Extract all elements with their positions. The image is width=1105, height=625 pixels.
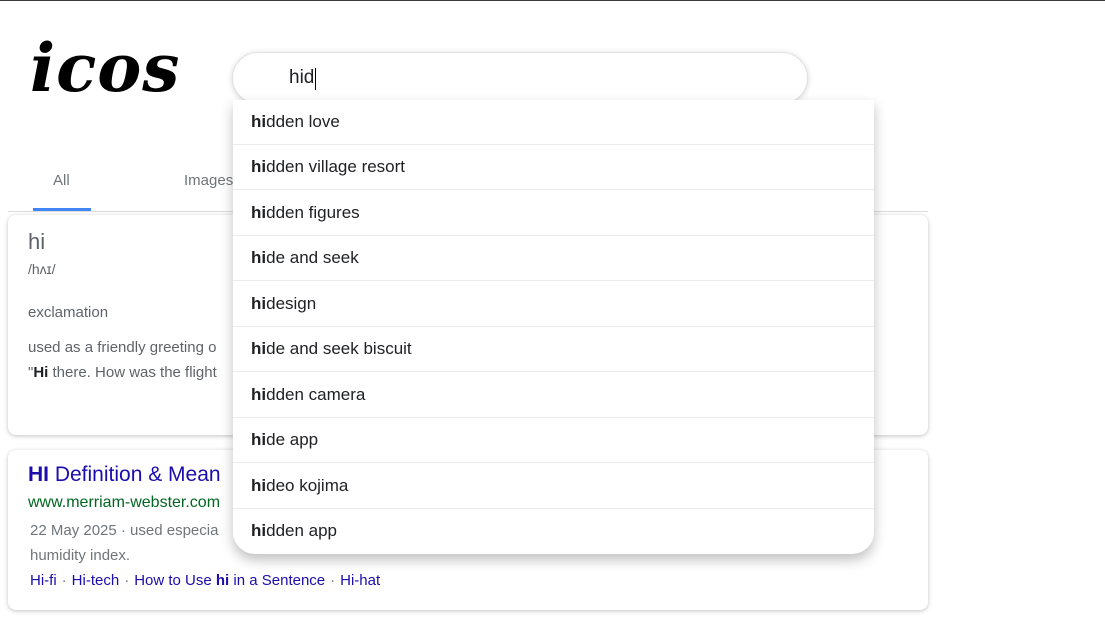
suggestion-text: hide app [251, 430, 318, 450]
suggestion-item[interactable]: hideo kojima [233, 464, 874, 509]
suggestion-text: hidesign [251, 294, 316, 314]
dictionary-word: hi [28, 229, 46, 254]
dictionary-definition: used as a friendly greeting o [28, 339, 217, 356]
suggestion-completion: design [266, 294, 317, 313]
result-title-link[interactable]: HI Definition & Mean [28, 463, 221, 487]
text-caret [315, 68, 316, 90]
suggestion-text: hide and seek biscuit [251, 339, 412, 359]
suggestion-match: hi [251, 248, 267, 267]
sitelink-hifi[interactable]: Hi-fi [30, 572, 57, 589]
search-input[interactable] [289, 65, 769, 91]
suggestion-item[interactable]: hidden app [233, 509, 874, 554]
suggestion-item[interactable]: hidesign [233, 282, 874, 327]
suggestion-match: hi [251, 157, 267, 176]
suggestion-completion: de and seek [266, 248, 359, 267]
suggestion-match: hi [251, 339, 267, 358]
tab-images[interactable]: Images [184, 172, 233, 189]
suggestion-text: hidden village resort [251, 157, 405, 177]
result-title-text: Definition & Mean [49, 463, 221, 486]
top-border [0, 0, 1105, 1]
suggestion-completion: dden app [266, 521, 338, 540]
sitelink-separator: · [61, 572, 67, 589]
suggestion-item[interactable]: hide app [233, 418, 874, 463]
suggestion-match: hi [251, 476, 267, 495]
site-logo[interactable]: icos [30, 28, 180, 108]
suggestion-text: hideo kojima [251, 476, 348, 496]
sitelink-separator: · [330, 572, 336, 589]
search-box[interactable] [232, 52, 808, 104]
autocomplete-dropdown: hidden love hidden village resort hidden… [233, 100, 874, 554]
suggestion-item[interactable]: hide and seek [233, 236, 874, 281]
suggestion-match: hi [251, 203, 267, 222]
sitelink-how-to-use[interactable]: How to Use hi in a Sentence [134, 572, 325, 589]
suggestion-item[interactable]: hidden figures [233, 191, 874, 236]
suggestion-completion: dden figures [266, 203, 360, 222]
dictionary-example: "Hi there. How was the flight [28, 364, 217, 381]
sitelink-separator: · [124, 572, 130, 589]
suggestion-completion: dden village resort [266, 157, 406, 176]
suggestion-text: hidden love [251, 112, 340, 132]
sitelink-hihat[interactable]: Hi-hat [340, 572, 380, 589]
example-text: there. How was the flight [48, 364, 217, 381]
suggestion-match: hi [251, 521, 267, 540]
dictionary-part-of-speech: exclamation [28, 304, 109, 321]
suggestion-text: hidden camera [251, 385, 365, 405]
suggestion-completion: dden love [266, 112, 340, 131]
suggestion-completion: de app [266, 430, 319, 449]
sitelink-how-to-suffix: in a Sentence [229, 572, 326, 589]
suggestion-match: hi [251, 430, 267, 449]
suggestion-text: hide and seek [251, 248, 359, 268]
suggestion-item[interactable]: hidden love [233, 100, 874, 145]
result-snippet-line1: 22 May 2025 · used especia [30, 522, 219, 539]
suggestion-item[interactable]: hidden village resort [233, 145, 874, 190]
dictionary-phonetic: /hʌɪ/ [28, 261, 56, 277]
suggestion-text: hidden figures [251, 203, 360, 223]
suggestion-text: hidden app [251, 521, 337, 541]
tab-all[interactable]: All [53, 172, 70, 189]
sitelink-how-to-bold: hi [215, 572, 230, 589]
sitelink-hitech[interactable]: Hi-tech [72, 572, 120, 589]
result-url[interactable]: www.merriam-webster.com [28, 494, 220, 512]
suggestion-completion: deo kojima [266, 476, 349, 495]
example-bold: Hi [33, 364, 49, 381]
sitelink-how-to-prefix: How to Use [134, 572, 216, 589]
suggestion-match: hi [251, 294, 267, 313]
suggestion-completion: dden camera [266, 385, 366, 404]
result-snippet-line2: humidity index. [30, 547, 131, 564]
suggestion-match: hi [251, 112, 267, 131]
suggestion-item[interactable]: hidden camera [233, 373, 874, 418]
result-sitelinks: Hi-fi · Hi-tech · How to Use hi in a Sentenc… [30, 572, 380, 589]
suggestion-item[interactable]: hide and seek biscuit [233, 327, 874, 372]
suggestion-completion: de and seek biscuit [266, 339, 412, 358]
suggestion-match: hi [251, 385, 267, 404]
result-title-bold: HI [28, 463, 49, 486]
